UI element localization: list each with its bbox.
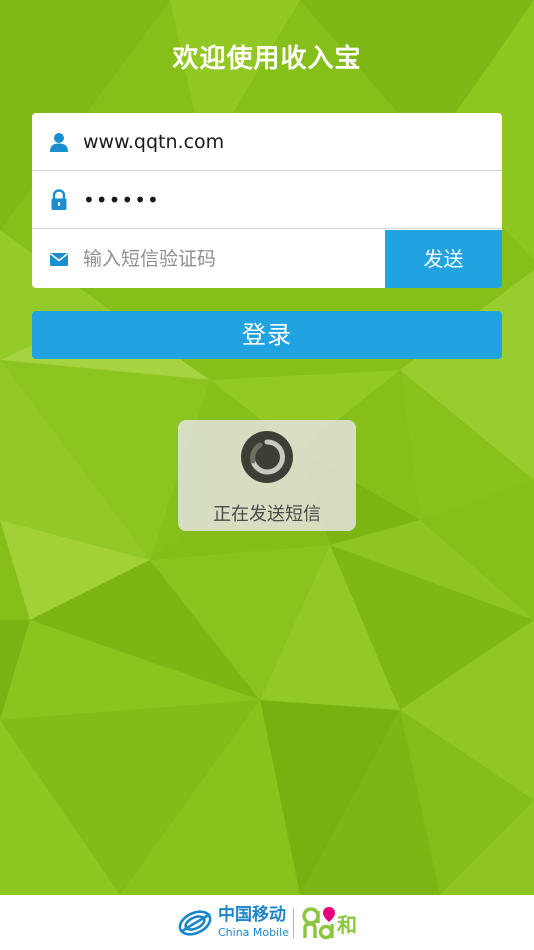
- login-button[interactable]: 登录: [32, 311, 502, 359]
- lock-icon: [51, 189, 67, 210]
- send-code-button[interactable]: 发送: [385, 230, 502, 288]
- china-mobile-logo-icon: [178, 910, 212, 936]
- sms-code-row: 输入短信验证码 发送: [32, 230, 502, 288]
- login-form: www.qqtn.com •••••• 输入短信验证码 发送: [32, 113, 502, 288]
- sending-toast: 正在发送短信: [178, 420, 356, 531]
- username-field[interactable]: www.qqtn.com: [32, 113, 502, 171]
- password-value: ••••••: [83, 188, 160, 212]
- mail-icon: [50, 253, 68, 266]
- carrier-name-en: China Mobile: [218, 926, 290, 939]
- password-field[interactable]: ••••••: [32, 171, 502, 229]
- and-brand-logo-icon: [302, 907, 335, 940]
- footer-divider: [293, 908, 294, 938]
- username-value: www.qqtn.com: [83, 131, 225, 153]
- brand-suffix: 和: [337, 913, 357, 937]
- footer-branding: 中国移动 China Mobile 和: [0, 895, 534, 950]
- loading-spinner-icon: [241, 431, 293, 483]
- page-title: 欢迎使用收入宝: [172, 44, 362, 74]
- carrier-name: 中国移动: [218, 905, 286, 925]
- sms-code-input[interactable]: 输入短信验证码: [83, 230, 216, 288]
- user-icon: [50, 133, 68, 152]
- toast-message: 正在发送短信: [213, 504, 321, 525]
- login-screen: 欢迎使用收入宝 www.qqtn.com •••••• 输入短信验证码 发送 登…: [0, 0, 534, 950]
